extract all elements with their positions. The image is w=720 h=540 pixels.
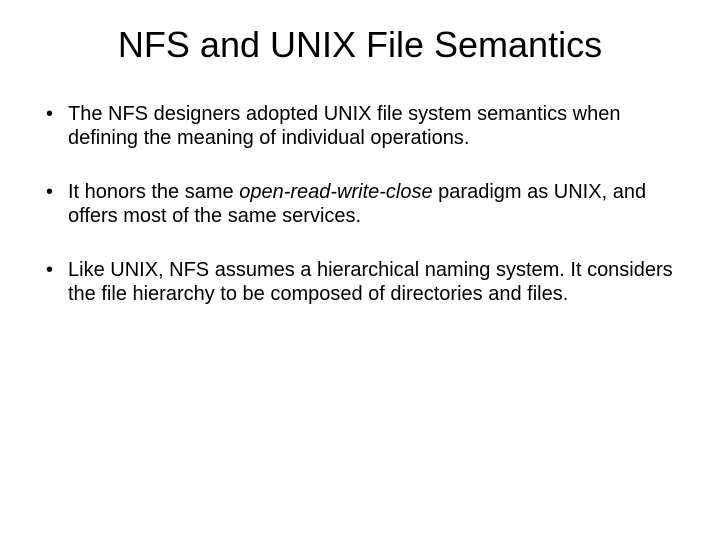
bullet-list: The NFS designers adopted UNIX file syst… (40, 102, 680, 306)
bullet-text: The NFS designers adopted UNIX file syst… (68, 103, 620, 149)
slide-title: NFS and UNIX File Semantics (40, 24, 680, 66)
list-item: It honors the same open-read-write-close… (40, 180, 680, 228)
bullet-text: Like UNIX, NFS assumes a hierarchical na… (68, 259, 673, 305)
list-item: The NFS designers adopted UNIX file syst… (40, 102, 680, 150)
slide: NFS and UNIX File Semantics The NFS desi… (0, 0, 720, 540)
bullet-emphasis: open-read-write-close (239, 181, 432, 203)
list-item: Like UNIX, NFS assumes a hierarchical na… (40, 258, 680, 306)
bullet-text: It honors the same (68, 181, 239, 203)
